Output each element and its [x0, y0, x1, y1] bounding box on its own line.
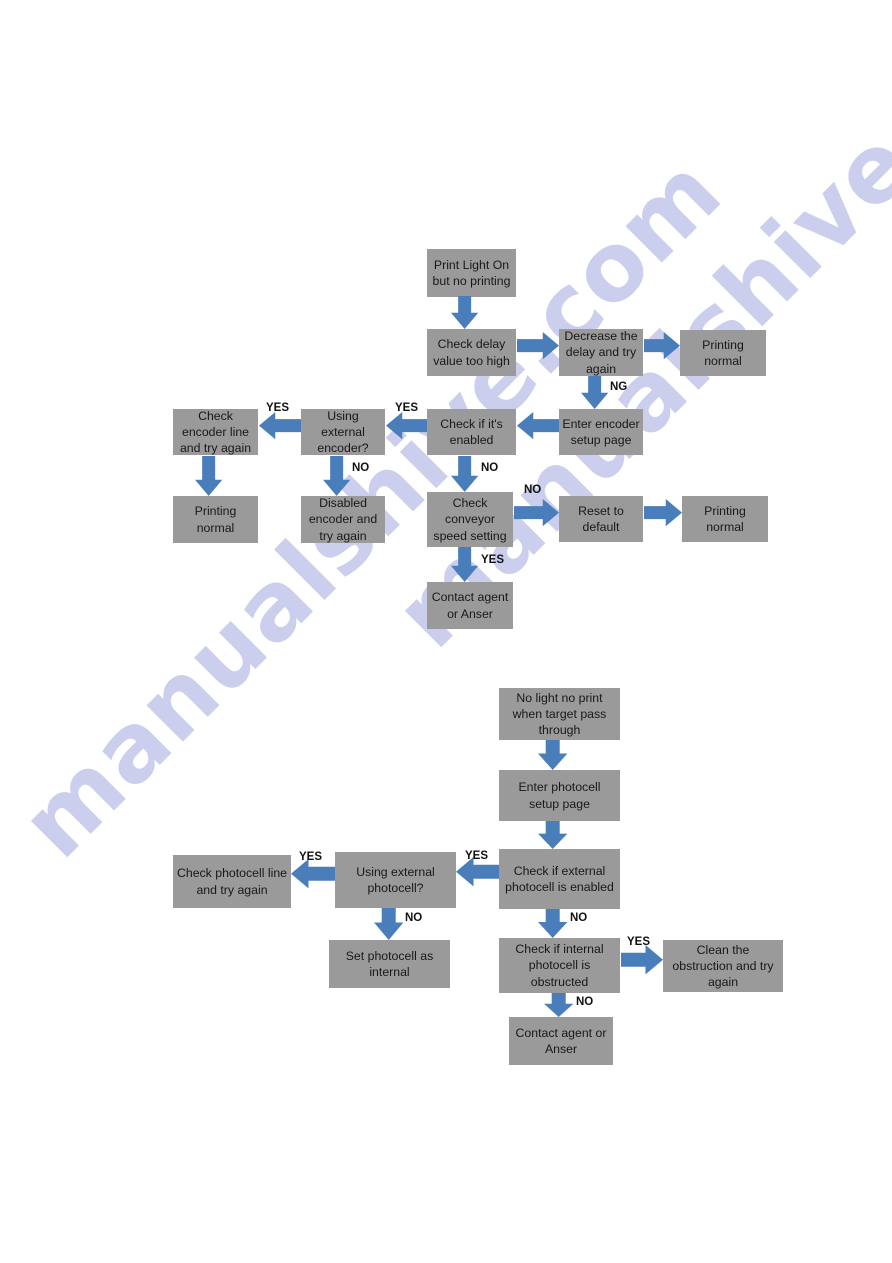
- flow-node-n10: Disabled encoder and try again: [301, 496, 385, 543]
- flow-node-n6: Check if it's enabled: [427, 409, 516, 455]
- flow-node-m1: No light no print when target pass throu…: [499, 688, 620, 740]
- arrow-check-internal-to-clean-obstruct: [621, 945, 663, 975]
- arrow-check-enabled-to-check-conveyor: [451, 456, 479, 492]
- flow-node-m6: Set photocell as internal: [329, 940, 450, 988]
- flow-node-n8: Check encoder line and try again: [173, 409, 258, 455]
- flow-node-label: Using external photocell?: [356, 864, 435, 895]
- arrow-check-conveyor-to-contact-agent: [451, 547, 479, 582]
- flow-node-n12: Reset to default: [559, 496, 643, 542]
- flow-node-m5: Check photocell line and try again: [173, 855, 291, 908]
- flow-node-label: Check photocell line and try again: [176, 866, 288, 897]
- arrow-using-photocell-to-check-line: [291, 859, 335, 889]
- edge-label-yes-check-external: YES: [465, 850, 489, 862]
- edge-label-no-using-photocell: NO: [405, 912, 423, 924]
- flow-node-n9: Printing normal: [173, 496, 258, 543]
- flow-node-label: Printing normal: [704, 503, 746, 534]
- arrow-check-internal-to-contact-agent: [544, 993, 574, 1017]
- flow-node-n4: Printing normal: [680, 330, 766, 376]
- flow-node-label: Check if external photocell is enabled: [505, 863, 614, 894]
- arrow-reset-default-to-printing-normal: [644, 499, 682, 527]
- flow-node-n11: Check conveyor speed setting: [427, 492, 513, 547]
- edge-label-yes-check-enabled: YES: [395, 402, 419, 414]
- flow-node-label: Print Light On but no printing: [432, 257, 511, 288]
- flow-node-label: Check conveyor speed setting: [433, 496, 507, 543]
- flow-node-label: Enter photocell setup page: [518, 780, 601, 811]
- flow-node-n1: Print Light On but no printing: [427, 249, 516, 297]
- flow-node-label: Check if internal photocell is obstructe…: [515, 942, 604, 989]
- flowchart-page: manualshive.com manualshive.com Print Li…: [0, 0, 892, 1263]
- flow-node-label: Enter encoder setup page: [562, 416, 640, 447]
- flow-node-m9: Contact agent or Anser: [509, 1017, 613, 1065]
- flow-node-label: Contact agent or Anser: [515, 1025, 607, 1056]
- edge-label-no-check-enabled: NO: [481, 462, 499, 474]
- arrow-check-delay-to-decrease-delay: [517, 332, 559, 360]
- flow-node-label: Printing normal: [194, 504, 237, 535]
- edge-label-yes-using-photocell: YES: [299, 851, 323, 863]
- arrow-decrease-delay-to-enter-encoder: [581, 376, 609, 409]
- edge-label-yes-check-conveyor: YES: [481, 554, 505, 566]
- arrow-check-external-to-check-internal: [538, 909, 568, 938]
- edge-label-yes-using-encoder: YES: [266, 402, 290, 414]
- edge-label-yes-check-internal: YES: [627, 936, 651, 948]
- flow-node-m3: Check if external photocell is enabled: [499, 849, 620, 909]
- arrow-no-light-to-enter-photocell: [538, 740, 568, 770]
- flow-node-label: Contact agent or Anser: [431, 590, 509, 621]
- flow-node-n14: Contact agent or Anser: [427, 582, 513, 629]
- flow-node-label: Set photocell as internal: [345, 948, 434, 979]
- flow-node-m4: Using external photocell?: [335, 852, 456, 908]
- arrow-decrease-delay-to-printing-normal: [644, 332, 680, 360]
- flow-node-m2: Enter photocell setup page: [499, 770, 620, 821]
- arrow-enter-photocell-to-check-external: [538, 821, 568, 849]
- flow-node-label: No light no print when target pass throu…: [512, 690, 607, 738]
- watermark-layer: manualshive.com manualshive.com: [0, 0, 892, 1263]
- flow-node-label: Check delay value too high: [433, 337, 510, 368]
- edge-label-no-check-external: NO: [570, 912, 588, 924]
- arrow-using-photocell-to-set-internal: [374, 908, 404, 940]
- arrow-using-encoder-to-disabled-encoder: [323, 456, 351, 496]
- flow-node-label: Disabled encoder and try again: [308, 496, 378, 543]
- flow-node-label: Check if it's enabled: [440, 416, 503, 447]
- edge-label-no-using-encoder: NO: [352, 462, 370, 474]
- flow-node-m8: Clean the obstruction and try again: [663, 940, 783, 992]
- flow-node-n5: Enter encoder setup page: [559, 409, 643, 455]
- flow-node-m7: Check if internal photocell is obstructe…: [499, 938, 620, 993]
- flow-node-n13: Printing normal: [682, 496, 768, 542]
- flow-node-label: Printing normal: [702, 337, 744, 368]
- arrow-check-line-to-printing-normal: [195, 456, 223, 496]
- flow-node-n7: Using external encoder?: [301, 409, 385, 455]
- arrow-check-enabled-to-using-encoder: [386, 412, 427, 440]
- flow-node-label: Decrease the delay and try again: [564, 329, 638, 376]
- edge-label-no-check-conveyor: NO: [524, 484, 542, 496]
- edge-label-ng-decrease-delay: NG: [610, 381, 628, 393]
- arrow-using-encoder-to-check-line: [259, 412, 301, 440]
- edge-label-no-check-internal: NO: [576, 996, 594, 1008]
- flow-node-n2: Check delay value too high: [427, 329, 516, 376]
- arrow-enter-encoder-to-check-enabled: [517, 412, 559, 440]
- flow-node-n3: Decrease the delay and try again: [559, 329, 643, 376]
- arrow-print-light-to-check-delay: [451, 296, 479, 329]
- flow-node-label: Reset to default: [578, 503, 624, 534]
- flow-node-label: Using external encoder?: [317, 408, 369, 456]
- arrow-check-conveyor-to-reset-default: [514, 499, 559, 527]
- flow-node-label: Check encoder line and try again: [179, 408, 252, 456]
- flow-node-label: Clean the obstruction and try again: [672, 942, 774, 990]
